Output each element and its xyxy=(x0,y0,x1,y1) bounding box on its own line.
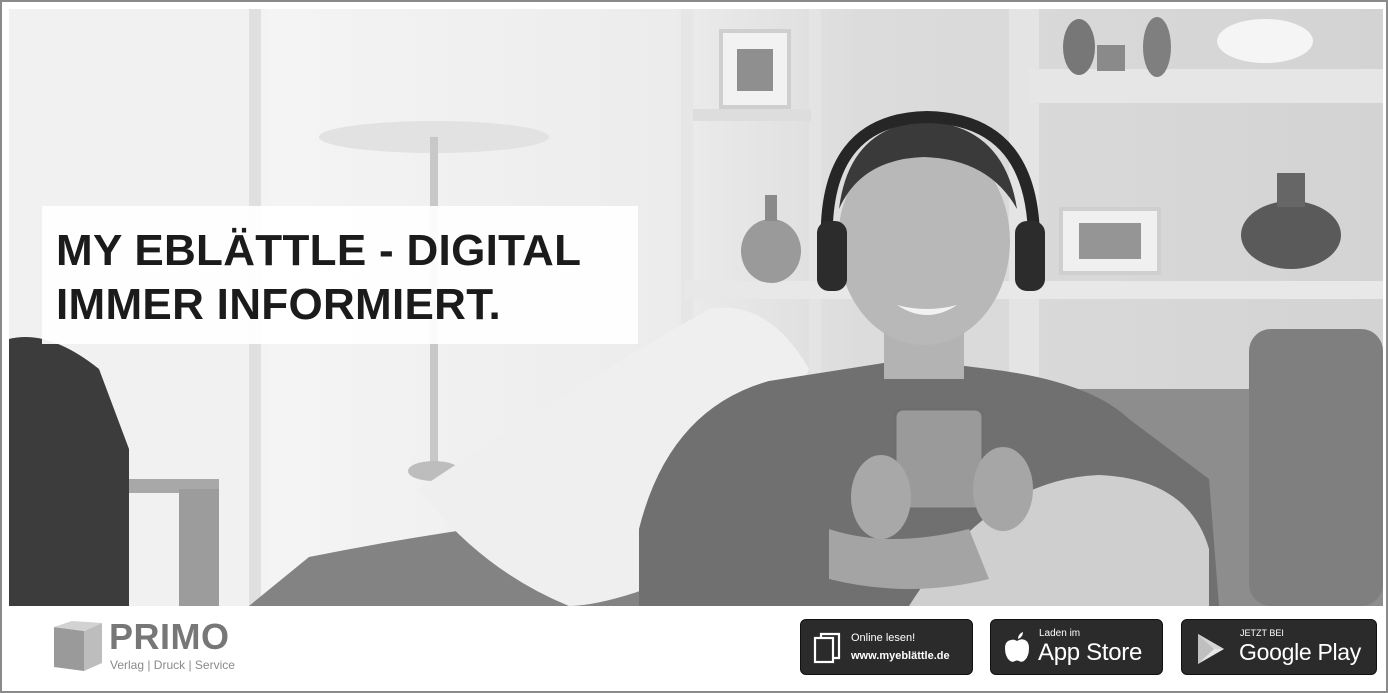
gplay-badge-line2: Google Play xyxy=(1239,639,1361,665)
online-badge-url: www.myeblättle.de xyxy=(851,650,950,662)
ad-frame: MY EBLÄTTLE - DIGITAL IMMER INFORMIERT. … xyxy=(0,0,1388,693)
appstore-badge-line1: Laden im xyxy=(1039,628,1081,639)
book-icon xyxy=(813,632,841,664)
apple-icon xyxy=(1005,632,1029,662)
online-badge-line1: Online lesen! xyxy=(851,632,916,644)
online-read-badge[interactable]: Online lesen! www.myeblättle.de xyxy=(800,619,973,675)
headline-box: MY EBLÄTTLE - DIGITAL IMMER INFORMIERT. xyxy=(42,206,638,344)
google-play-badge[interactable]: JETZT BEI Google Play xyxy=(1181,619,1377,675)
appstore-badge-line2: App Store xyxy=(1038,639,1143,666)
primo-logo[interactable]: PRIMO Verlag | Druck | Service xyxy=(54,616,254,675)
play-icon xyxy=(1198,634,1224,664)
logo-tagline: Verlag | Druck | Service xyxy=(110,658,235,672)
hero-photo: MY EBLÄTTLE - DIGITAL IMMER INFORMIERT. xyxy=(9,9,1383,606)
gplay-badge-line1: JETZT BEI xyxy=(1240,628,1284,638)
headline-line-1: MY EBLÄTTLE - DIGITAL xyxy=(56,226,582,275)
logo-name: PRIMO xyxy=(109,616,230,657)
app-store-badge[interactable]: Laden im App Store xyxy=(990,619,1163,675)
primo-logo-icon xyxy=(54,621,102,671)
headline-line-2: IMMER INFORMIERT. xyxy=(56,280,502,329)
